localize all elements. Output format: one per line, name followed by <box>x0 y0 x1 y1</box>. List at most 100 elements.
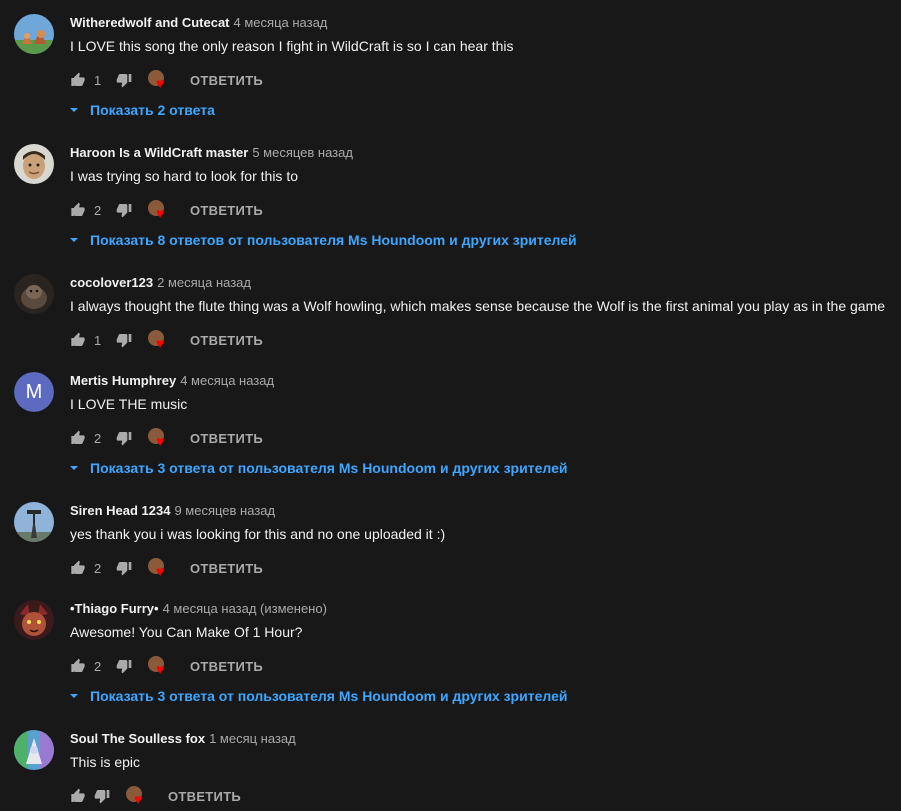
comment-actions: 2 ♥ ОТВЕТИТЬ <box>70 556 900 580</box>
like-button[interactable] <box>70 72 86 88</box>
comment-actions: 2 ♥ ОТВЕТИТЬ <box>70 426 900 450</box>
comment-author[interactable]: Witheredwolf and Cutecat <box>70 15 230 30</box>
thumb-down-icon <box>116 432 132 446</box>
show-replies-label: Показать 3 ответа от пользователя Ms Hou… <box>90 460 568 476</box>
heart-icon: ♥ <box>156 75 165 91</box>
dislike-button[interactable] <box>116 202 132 218</box>
dark-animal-avatar-icon <box>14 274 54 314</box>
comment-actions: 2 ♥ ОТВЕТИТЬ <box>70 198 900 222</box>
caret-down-icon <box>70 466 78 470</box>
wolf-cat-avatar-icon <box>14 14 54 54</box>
avatar[interactable] <box>14 600 54 640</box>
dislike-button[interactable] <box>94 788 110 804</box>
avatar[interactable] <box>14 274 54 314</box>
show-replies-button[interactable]: Показать 8 ответов от пользователя Ms Ho… <box>68 230 900 250</box>
reply-button[interactable]: ОТВЕТИТЬ <box>190 333 263 348</box>
heart-icon: ♥ <box>156 563 165 579</box>
reply-button[interactable]: ОТВЕТИТЬ <box>190 73 263 88</box>
like-button[interactable] <box>70 658 86 674</box>
dislike-button[interactable] <box>116 430 132 446</box>
comment-time[interactable]: 9 месяцев назад <box>174 503 275 518</box>
comments-section: Witheredwolf and Cutecat 4 месяца назад I… <box>0 0 901 811</box>
like-count: 2 <box>94 658 102 674</box>
comment-author[interactable]: Soul The Soulless fox <box>70 731 205 746</box>
avatar[interactable] <box>14 14 54 54</box>
comment-time[interactable]: 5 месяцев назад <box>252 145 353 160</box>
comment-time[interactable]: 2 месяца назад <box>157 275 251 290</box>
comment-actions: 2 ♥ ОТВЕТИТЬ <box>70 654 900 678</box>
avatar[interactable] <box>14 730 54 770</box>
comment-author[interactable]: Mertis Humphrey <box>70 373 176 388</box>
comment-time[interactable]: 4 месяца назад <box>180 373 274 388</box>
avatar[interactable] <box>14 502 54 542</box>
thumb-up-icon <box>71 202 85 216</box>
creator-heart: ♥ <box>148 70 170 90</box>
thumb-up-icon <box>71 430 85 444</box>
show-replies-label: Показать 8 ответов от пользователя Ms Ho… <box>90 232 577 248</box>
comment-author[interactable]: Siren Head 1234 <box>70 503 170 518</box>
caret-down-icon <box>70 108 78 112</box>
reply-button[interactable]: ОТВЕТИТЬ <box>168 789 241 804</box>
comment-author[interactable]: cocolover123 <box>70 275 153 290</box>
heart-icon: ♥ <box>156 433 165 449</box>
show-replies-label: Показать 2 ответа <box>90 102 215 118</box>
creator-heart: ♥ <box>148 200 170 220</box>
creator-heart: ♥ <box>148 558 170 578</box>
like-count: 2 <box>94 430 102 446</box>
comment-text: I LOVE this song the only reason I fight… <box>70 38 514 54</box>
comment-time[interactable]: 1 месяц назад <box>209 731 296 746</box>
comment-actions: 1 ♥ ОТВЕТИТЬ <box>70 328 900 352</box>
reply-button[interactable]: ОТВЕТИТЬ <box>190 203 263 218</box>
show-replies-button[interactable]: Показать 2 ответа <box>68 100 900 120</box>
dislike-button[interactable] <box>116 72 132 88</box>
like-button[interactable] <box>70 788 86 804</box>
like-button[interactable] <box>70 332 86 348</box>
thumb-down-icon <box>116 660 132 674</box>
avatar[interactable]: M <box>14 372 54 412</box>
dislike-button[interactable] <box>116 332 132 348</box>
comment-author[interactable]: •Thiago Furry• <box>70 601 159 616</box>
face-avatar-icon <box>14 144 54 184</box>
like-count: 2 <box>94 202 102 218</box>
comment-actions: ♥ ОТВЕТИТЬ <box>70 784 900 808</box>
like-button[interactable] <box>70 430 86 446</box>
like-count: 2 <box>94 560 102 576</box>
siren-head-avatar-icon <box>14 502 54 542</box>
dislike-button[interactable] <box>116 658 132 674</box>
creator-heart: ♥ <box>148 330 170 350</box>
letter-avatar-icon: M <box>14 372 54 412</box>
heart-icon: ♥ <box>156 335 165 351</box>
like-count: 1 <box>94 332 102 348</box>
thumb-up-icon <box>71 560 85 574</box>
like-button[interactable] <box>70 560 86 576</box>
reply-button[interactable]: ОТВЕТИТЬ <box>190 659 263 674</box>
heart-icon: ♥ <box>134 791 143 807</box>
dislike-button[interactable] <box>116 560 132 576</box>
caret-down-icon <box>70 238 78 242</box>
heart-icon: ♥ <box>156 661 165 677</box>
creator-heart: ♥ <box>148 656 170 676</box>
comment-actions: 1 ♥ ОТВЕТИТЬ <box>70 68 900 92</box>
fox-avatar-icon <box>14 730 54 770</box>
thumb-down-icon <box>116 74 132 88</box>
comment-time[interactable]: 4 месяца назад <box>234 15 328 30</box>
comment-text: I LOVE THE music <box>70 396 188 412</box>
thumb-up-icon <box>71 658 85 672</box>
show-replies-button[interactable]: Показать 3 ответа от пользователя Ms Hou… <box>68 458 900 478</box>
thumb-up-icon <box>71 72 85 86</box>
thumb-down-icon <box>116 334 132 348</box>
creator-heart: ♥ <box>148 428 170 448</box>
comment-text: yes thank you i was looking for this and… <box>70 526 446 542</box>
comment-author[interactable]: Haroon Is a WildCraft master <box>70 145 248 160</box>
caret-down-icon <box>70 694 78 698</box>
furry-avatar-icon <box>14 600 54 640</box>
reply-button[interactable]: ОТВЕТИТЬ <box>190 561 263 576</box>
reply-button[interactable]: ОТВЕТИТЬ <box>190 431 263 446</box>
avatar[interactable] <box>14 144 54 184</box>
thumb-up-icon <box>71 332 85 346</box>
show-replies-button[interactable]: Показать 3 ответа от пользователя Ms Hou… <box>68 686 900 706</box>
creator-heart: ♥ <box>126 786 148 806</box>
show-replies-label: Показать 3 ответа от пользователя Ms Hou… <box>90 688 568 704</box>
comment-time[interactable]: 4 месяца назад (изменено) <box>163 601 327 616</box>
like-button[interactable] <box>70 202 86 218</box>
